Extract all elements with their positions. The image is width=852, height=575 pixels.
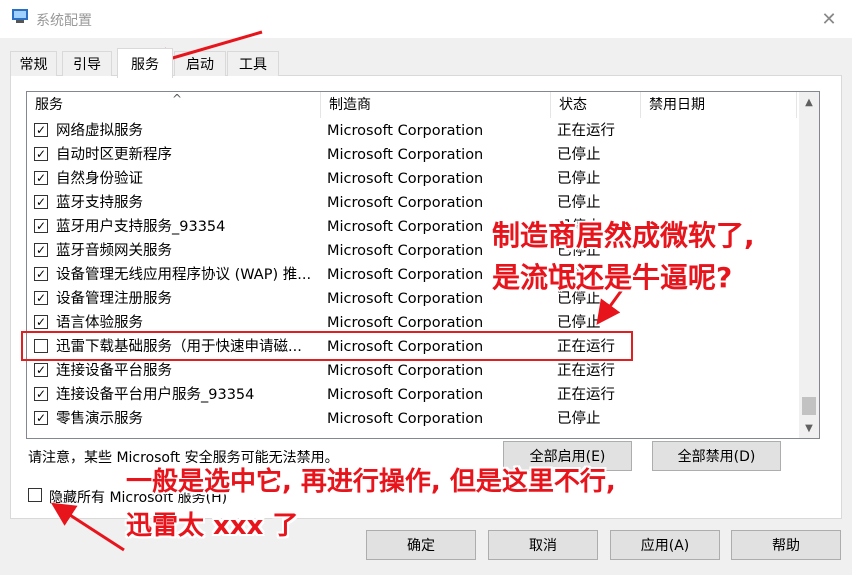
service-name: 自动时区更新程序	[56, 147, 172, 163]
table-row-xunlei[interactable]: 迅雷下载基础服务（用于快速申请磁... Microsoft Corporatio…	[27, 335, 797, 359]
service-manufacturer: Microsoft Corporation	[327, 219, 484, 235]
service-checkbox[interactable]: ✓	[34, 291, 48, 305]
table-row[interactable]: ✓ 蓝牙音频网关服务 Microsoft Corporation 已停止	[27, 239, 797, 263]
apply-button[interactable]: 应用(A)	[610, 530, 720, 560]
table-row[interactable]: ✓ 零售演示服务 Microsoft Corporation 已停止	[27, 407, 797, 431]
table-row[interactable]: ✓ 连接设备平台服务 Microsoft Corporation 正在运行	[27, 359, 797, 383]
service-checkbox[interactable]: ✓	[34, 267, 48, 281]
service-checkbox[interactable]: ✓	[34, 195, 48, 209]
tab-services[interactable]: 服务	[117, 48, 173, 78]
service-checkbox[interactable]: ✓	[34, 387, 48, 401]
service-name: 连接设备平台用户服务_93354	[56, 387, 255, 403]
service-manufacturer: Microsoft Corporation	[327, 195, 484, 211]
scroll-up-icon[interactable]: ▲	[799, 92, 819, 112]
service-name: 网络虚拟服务	[56, 123, 143, 139]
tab-tools[interactable]: 工具	[227, 51, 279, 76]
service-manufacturer: Microsoft Corporation	[327, 387, 484, 403]
security-note: 请注意，某些 Microsoft 安全服务可能无法禁用。	[28, 450, 339, 466]
tab-boot[interactable]: 引导	[62, 51, 112, 76]
service-status: 已停止	[557, 171, 601, 187]
service-status: 正在运行	[557, 123, 615, 139]
disable-all-button[interactable]: 全部禁用(D)	[652, 441, 781, 471]
service-name: 设备管理注册服务	[56, 291, 172, 307]
service-manufacturer: Microsoft Corporation	[327, 147, 484, 163]
table-row[interactable]: ✓ 蓝牙用户支持服务_93354 Microsoft Corporation 已…	[27, 215, 797, 239]
ok-button[interactable]: 确定	[366, 530, 476, 560]
service-checkbox[interactable]: ✓	[34, 243, 48, 257]
table-row[interactable]: ✓ 自动时区更新程序 Microsoft Corporation 已停止	[27, 143, 797, 167]
service-status: 已停止	[557, 147, 601, 163]
help-button[interactable]: 帮助	[731, 530, 841, 560]
hide-microsoft-label: 隐藏所有 Microsoft 服务(H)	[49, 490, 228, 506]
service-name: 蓝牙用户支持服务_93354	[56, 219, 226, 235]
service-name: 零售演示服务	[56, 411, 143, 427]
service-manufacturer: Microsoft Corporation	[327, 171, 484, 187]
enable-all-button[interactable]: 全部启用(E)	[503, 441, 632, 471]
service-manufacturer: Microsoft Corporation	[327, 339, 484, 355]
service-name: 连接设备平台服务	[56, 363, 172, 379]
cancel-button[interactable]: 取消	[488, 530, 598, 560]
service-manufacturer: Microsoft Corporation	[327, 315, 484, 331]
table-row[interactable]: ✓ 蓝牙支持服务 Microsoft Corporation 已停止	[27, 191, 797, 215]
service-checkbox[interactable]: ✓	[34, 411, 48, 425]
service-status: 已停止	[557, 411, 601, 427]
service-checkbox[interactable]: ✓	[34, 123, 48, 137]
service-status: 已停止	[557, 195, 601, 211]
sort-ascending-icon: ^	[172, 92, 183, 106]
table-row[interactable]: ✓ 连接设备平台用户服务_93354 Microsoft Corporation…	[27, 383, 797, 407]
service-checkbox[interactable]: ✓	[34, 171, 48, 185]
service-name: 迅雷下载基础服务（用于快速申请磁...	[56, 339, 302, 355]
service-checkbox[interactable]: ✓	[34, 315, 48, 329]
service-checkbox[interactable]: ✓	[34, 147, 48, 161]
table-row[interactable]: ✓ 自然身份验证 Microsoft Corporation 已停止	[27, 167, 797, 191]
service-manufacturer: Microsoft Corporation	[327, 243, 484, 259]
service-checkbox[interactable]	[34, 339, 48, 353]
service-status: 已停止	[557, 315, 601, 331]
service-name: 蓝牙支持服务	[56, 195, 143, 211]
vertical-scrollbar[interactable]: ▲ ▼	[799, 92, 819, 438]
hide-microsoft-checkbox[interactable]	[28, 488, 42, 502]
column-header-manufacturer[interactable]: 制造商	[321, 92, 551, 118]
tab-general[interactable]: 常规	[10, 51, 57, 76]
table-row[interactable]: ✓ 设备管理无线应用程序协议 (WAP) 推... Microsoft Corp…	[27, 263, 797, 287]
tab-startup[interactable]: 启动	[174, 51, 226, 76]
service-status: 已停止	[557, 267, 601, 283]
service-status: 正在运行	[557, 387, 615, 403]
service-manufacturer: Microsoft Corporation	[327, 123, 484, 139]
services-list[interactable]: 服务 ^ 制造商 状态 禁用日期 ✓ 网络虚拟服务 Microsoft Corp…	[26, 91, 820, 439]
list-header: 服务 ^ 制造商 状态 禁用日期	[27, 92, 797, 118]
service-name: 自然身份验证	[56, 171, 143, 187]
title-bar: 系统配置 ✕	[0, 0, 852, 38]
service-status: 正在运行	[557, 363, 615, 379]
service-status: 已停止	[557, 291, 601, 307]
service-manufacturer: Microsoft Corporation	[327, 267, 484, 283]
service-checkbox[interactable]: ✓	[34, 363, 48, 377]
table-row[interactable]: ✓ 网络虚拟服务 Microsoft Corporation 正在运行	[27, 119, 797, 143]
service-manufacturer: Microsoft Corporation	[327, 291, 484, 307]
table-row[interactable]: ✓ 语言体验服务 Microsoft Corporation 已停止	[27, 311, 797, 335]
service-manufacturer: Microsoft Corporation	[327, 411, 484, 427]
service-status: 正在运行	[557, 339, 615, 355]
column-header-service[interactable]: 服务 ^	[27, 92, 321, 118]
service-status: 已停止	[557, 219, 601, 235]
service-status: 已停止	[557, 243, 601, 259]
close-button[interactable]: ✕	[806, 0, 852, 38]
system-config-icon	[12, 9, 28, 23]
scroll-thumb[interactable]	[802, 397, 816, 415]
scroll-down-icon[interactable]: ▼	[799, 418, 819, 438]
window-title: 系统配置	[36, 13, 92, 29]
service-name: 蓝牙音频网关服务	[56, 243, 172, 259]
column-header-disabled-date[interactable]: 禁用日期	[641, 92, 797, 118]
table-row[interactable]: ✓ 设备管理注册服务 Microsoft Corporation 已停止	[27, 287, 797, 311]
service-checkbox[interactable]: ✓	[34, 219, 48, 233]
close-icon: ✕	[821, 8, 837, 30]
service-name: 语言体验服务	[56, 315, 143, 331]
service-manufacturer: Microsoft Corporation	[327, 363, 484, 379]
service-name: 设备管理无线应用程序协议 (WAP) 推...	[56, 267, 312, 283]
column-header-status[interactable]: 状态	[551, 92, 641, 118]
